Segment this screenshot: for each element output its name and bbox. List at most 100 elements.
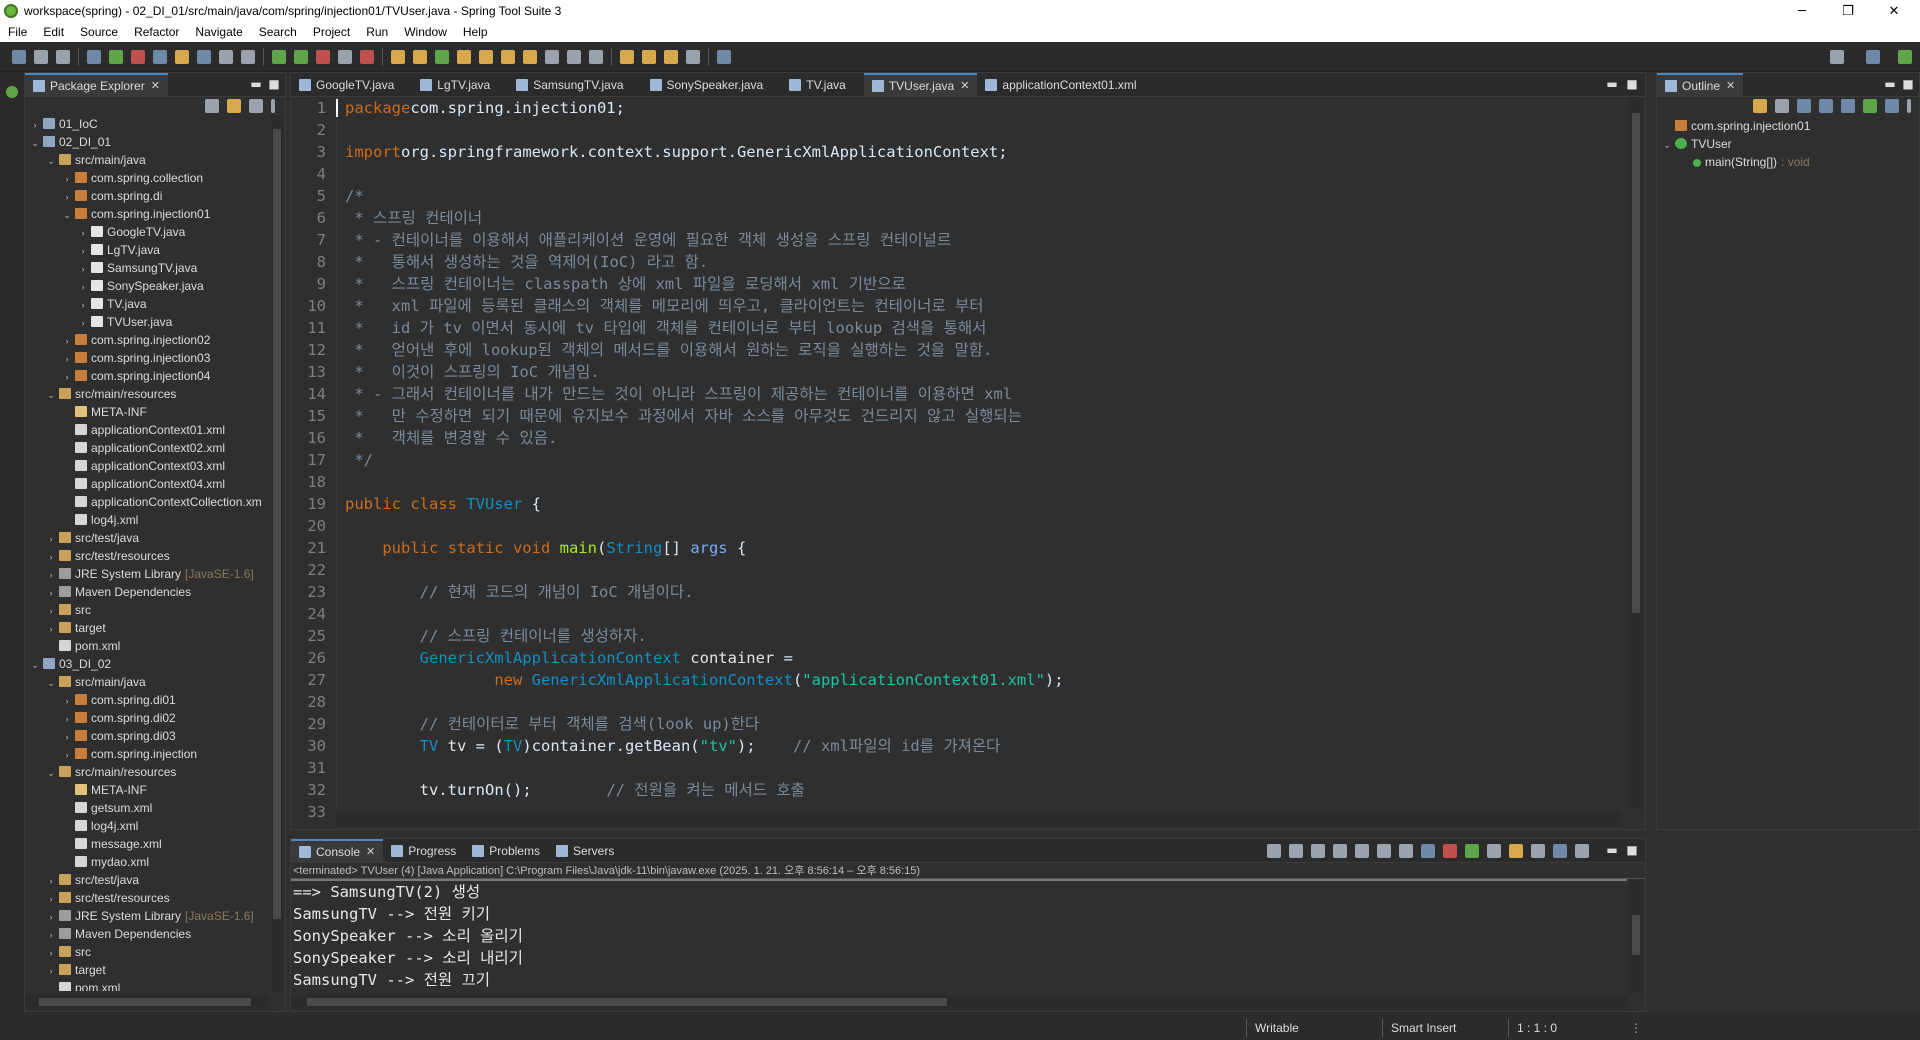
new-console-icon[interactable] xyxy=(1531,844,1545,858)
forward-edit-icon[interactable] xyxy=(642,49,656,64)
scroll-thumb[interactable] xyxy=(1632,915,1640,955)
editor-tab[interactable]: TV.java xyxy=(781,73,864,97)
tree-item[interactable]: › SamsungTV.java xyxy=(25,259,269,277)
tree-item[interactable]: ⌄ src/main/java xyxy=(25,673,269,691)
menu-source[interactable]: Source xyxy=(72,25,126,39)
expand-arrow-icon[interactable]: › xyxy=(61,692,73,710)
minimize-button[interactable]: ─ xyxy=(1780,0,1824,22)
run-config-icon[interactable] xyxy=(316,49,330,64)
annotation-icon[interactable] xyxy=(545,49,559,64)
toggle-mark-icon[interactable] xyxy=(219,49,233,64)
tree-item[interactable]: › com.spring.injection04 xyxy=(25,367,269,385)
expand-arrow-icon[interactable]: › xyxy=(45,620,57,638)
tree-item[interactable]: ⌄ 03_DI_02 xyxy=(25,655,269,673)
menu-navigate[interactable]: Navigate xyxy=(187,25,250,39)
new-package-icon[interactable] xyxy=(413,49,427,64)
expand-arrow-icon[interactable]: › xyxy=(77,278,89,296)
maximize-view-icon[interactable]: ■ xyxy=(267,77,281,91)
filter-icon[interactable] xyxy=(249,99,263,113)
tree-item[interactable]: › JRE System Library [JavaSE-1.6] xyxy=(25,565,269,583)
new-icon[interactable] xyxy=(12,49,26,64)
expand-arrow-icon[interactable]: › xyxy=(77,314,89,332)
refresh-icon[interactable] xyxy=(1267,844,1281,858)
maximize-view-icon[interactable]: ■ xyxy=(1625,843,1639,857)
tab-outline[interactable]: Outline ✕ xyxy=(1657,72,1744,97)
tree-item[interactable]: applicationContextCollection.xm xyxy=(25,493,269,511)
horizontal-scrollbar[interactable] xyxy=(25,995,269,1009)
status-menu-icon[interactable]: ⋮ xyxy=(1630,1021,1642,1035)
tree-item[interactable]: › com.spring.injection02 xyxy=(25,331,269,349)
expand-arrow-icon[interactable]: › xyxy=(77,242,89,260)
pin-console-icon[interactable] xyxy=(1465,844,1479,858)
tree-item[interactable]: › src/test/resources xyxy=(25,889,269,907)
save-icon[interactable] xyxy=(34,49,48,64)
tree-item[interactable]: applicationContext02.xml xyxy=(25,439,269,457)
menu-refactor[interactable]: Refactor xyxy=(126,25,187,39)
editor-tab[interactable]: applicationContext01.xml xyxy=(977,73,1154,97)
tree-item[interactable]: › src/test/java xyxy=(25,871,269,889)
scroll-thumb[interactable] xyxy=(273,129,281,919)
tree-item[interactable]: › com.spring.injection03 xyxy=(25,349,269,367)
scroll-thumb[interactable] xyxy=(39,998,251,1006)
tree-item[interactable]: › GoogleTV.java xyxy=(25,223,269,241)
open-console-icon[interactable] xyxy=(1509,844,1523,858)
close-window-button[interactable]: ✕ xyxy=(1872,0,1916,22)
remove-all-icon[interactable] xyxy=(1333,844,1347,858)
tree-item[interactable]: mydao.xml xyxy=(25,853,269,871)
maximize-editor-icon[interactable]: ■ xyxy=(1625,77,1639,91)
open-type-hierarchy-icon[interactable] xyxy=(457,49,471,64)
open-type-icon[interactable] xyxy=(87,49,101,64)
console-vertical-scrollbar[interactable] xyxy=(1629,879,1643,993)
console-output[interactable]: ==> SamsungTV(2) 생성 SamsungTV --> 전원 키기 So… xyxy=(291,879,1627,993)
tree-item[interactable]: pom.xml xyxy=(25,979,269,991)
tree-item[interactable]: › com.spring.collection xyxy=(25,169,269,187)
expand-arrow-icon[interactable]: ⌄ xyxy=(45,674,57,692)
expand-arrow-icon[interactable]: › xyxy=(77,260,89,278)
editor-tab[interactable]: SamsungTV.java xyxy=(508,73,641,97)
maximize-button[interactable]: ❐ xyxy=(1826,0,1870,22)
display-console-icon[interactable] xyxy=(1487,844,1501,858)
word-wrap-icon[interactable] xyxy=(1399,844,1413,858)
focus-icon[interactable] xyxy=(1885,99,1899,113)
editor-tab[interactable]: SonySpeaker.java xyxy=(642,73,782,97)
terminate-icon[interactable] xyxy=(1289,844,1303,858)
tree-item[interactable]: ⌄ com.spring.injection01 xyxy=(25,205,269,223)
expand-arrow-icon[interactable]: › xyxy=(77,296,89,314)
settings-icon[interactable] xyxy=(1575,844,1589,858)
tree-item[interactable]: › target xyxy=(25,961,269,979)
tree-item[interactable]: getsum.xml xyxy=(25,799,269,817)
link-icon[interactable] xyxy=(1863,99,1877,113)
search-icon[interactable] xyxy=(1830,49,1844,64)
expand-arrow-icon[interactable]: › xyxy=(77,224,89,242)
tree-item[interactable]: › src xyxy=(25,943,269,961)
boot-dashboard-icon[interactable] xyxy=(109,49,123,64)
tree-item[interactable]: ⌄ 02_DI_01 xyxy=(25,133,269,151)
expand-arrow-icon[interactable]: ⌄ xyxy=(45,386,57,404)
minimize-view-icon[interactable]: ▬ xyxy=(1883,77,1897,91)
expand-arrow-icon[interactable]: › xyxy=(61,170,73,188)
expand-arrow-icon[interactable]: › xyxy=(61,368,73,386)
tree-item[interactable]: › com.spring.di03 xyxy=(25,727,269,745)
scroll-thumb[interactable] xyxy=(307,998,947,1006)
tab-package-explorer[interactable]: Package Explorer ✕ xyxy=(25,72,168,97)
tree-item[interactable]: › LgTV.java xyxy=(25,241,269,259)
view-menu-icon[interactable] xyxy=(1907,99,1911,113)
save-all-icon[interactable] xyxy=(56,49,70,64)
outline-item[interactable]: com.spring.injection01 xyxy=(1657,117,1919,135)
expand-arrow-icon[interactable]: › xyxy=(45,962,57,980)
expand-arrow-icon[interactable]: ⌄ xyxy=(45,764,57,782)
tree-item[interactable]: log4j.xml xyxy=(25,817,269,835)
expand-arrow-icon[interactable]: › xyxy=(61,350,73,368)
tree-item[interactable]: log4j.xml xyxy=(25,511,269,529)
code-area[interactable]: packagecom.spring.injection01; importorg.… xyxy=(337,97,1621,809)
new-class-icon[interactable] xyxy=(435,49,449,64)
open-perspective-icon[interactable] xyxy=(1866,49,1880,64)
expand-arrow-icon[interactable]: ⌄ xyxy=(1661,136,1673,154)
expand-arrow-icon[interactable]: › xyxy=(45,602,57,620)
bottom-tab[interactable]: Servers xyxy=(548,839,622,863)
outline-item[interactable]: ⌄ TVUser xyxy=(1657,135,1919,153)
tree-item[interactable]: message.xml xyxy=(25,835,269,853)
editor-horizontal-scrollbar[interactable] xyxy=(337,811,1621,827)
expand-arrow-icon[interactable]: › xyxy=(61,746,73,764)
next-annotation-icon[interactable] xyxy=(567,49,581,64)
